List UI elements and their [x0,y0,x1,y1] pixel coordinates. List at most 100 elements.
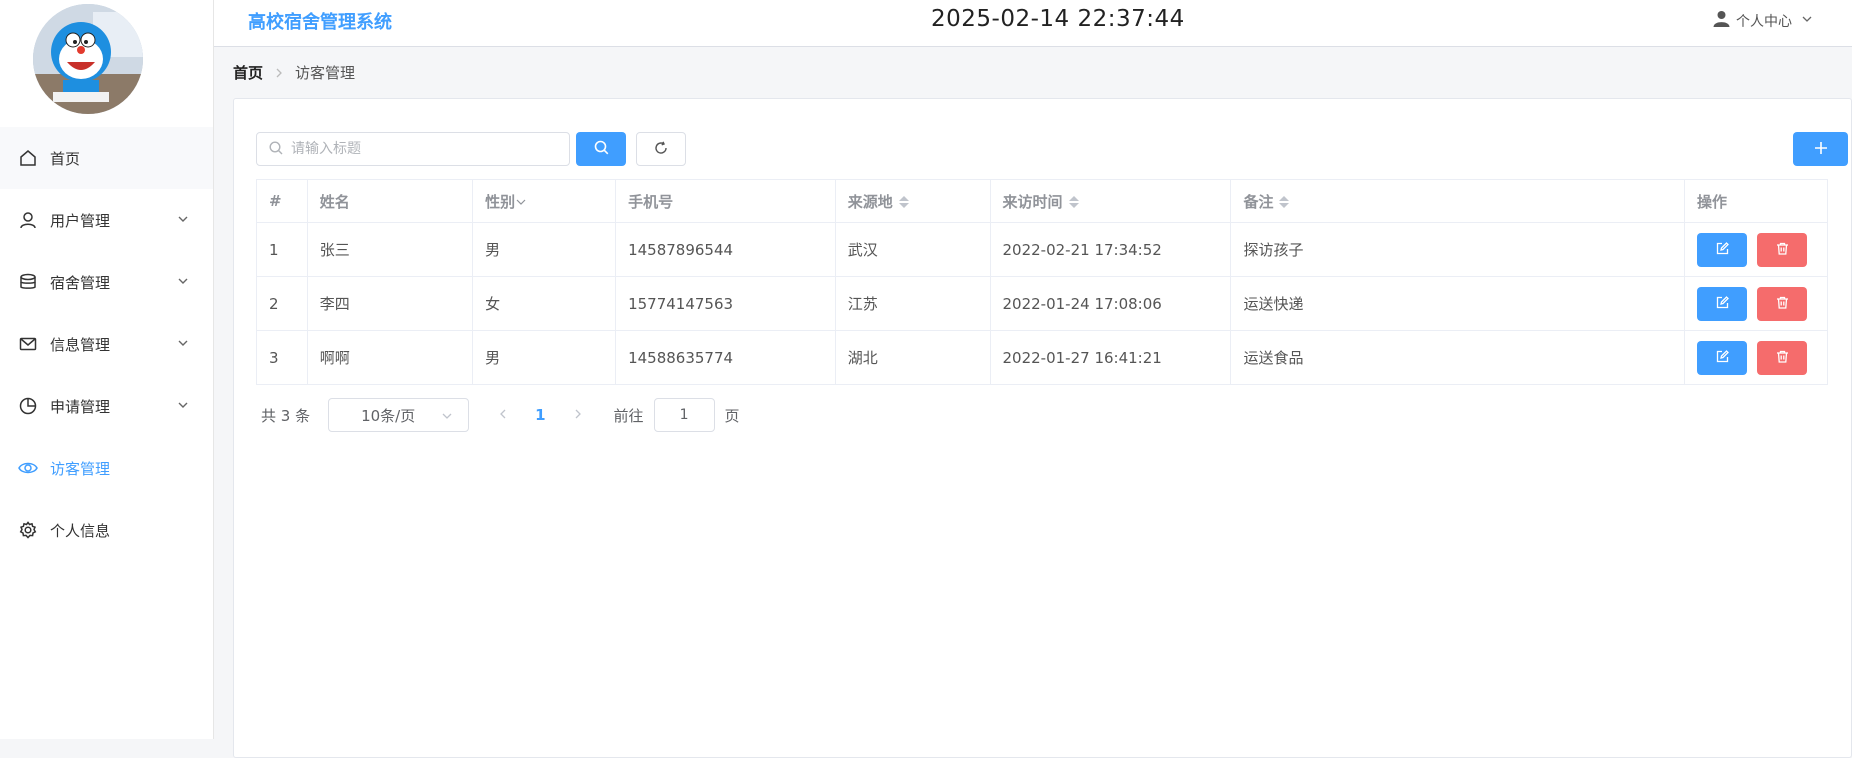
chevron-down-icon [175,211,191,227]
chevron-left-icon [497,406,509,424]
column-header-label: 来访时间 [1002,192,1063,211]
table-header-row: # 姓名 性别 手机号 来源地 来访时间 备注 操作 [256,179,1828,223]
breadcrumb-home[interactable]: 首页 [233,62,263,83]
envelope-icon [18,334,38,354]
pagination: 共 3 条 10条/页 1 前往 页 [261,398,740,432]
column-header-visit-time[interactable]: 来访时间 [989,179,1232,223]
breadcrumb-current: 访客管理 [295,64,356,82]
cell-actions [1684,222,1828,277]
cell-gender: 男 [472,330,617,385]
chevron-down-icon [1800,12,1814,30]
cell-phone: 14587896544 [615,222,836,277]
page-number[interactable]: 1 [535,406,545,424]
cell-phone: 14588635774 [615,330,836,385]
cell-origin: 江苏 [834,276,991,331]
add-visitor-button[interactable] [1793,132,1848,166]
column-header-gender[interactable]: 性别 [472,179,617,223]
sidebar-item-label: 用户管理 [50,211,111,230]
edit-icon [1716,349,1729,367]
trash-icon [1776,295,1789,313]
sidebar-item-label: 访客管理 [50,459,111,478]
chevron-right-icon [273,67,285,79]
column-header-label: 备注 [1243,192,1274,211]
sort-icon[interactable] [1068,196,1079,208]
cell-visit-time: 2022-01-24 17:08:06 [989,276,1232,331]
table-row: 1 张三 男 14587896544 武汉 2022-02-21 17:34:5… [256,222,1828,277]
cell-index: 1 [256,222,308,277]
sidebar-menu: 首页 用户管理 宿舍管理 信息管理 申请管理 访客管理 个人信息 [0,127,213,561]
cell-name: 张三 [306,222,474,277]
breadcrumb: 首页 访客管理 [233,62,355,83]
prev-page-button[interactable] [497,406,509,424]
cell-gender: 女 [472,276,617,331]
search-button[interactable] [576,132,626,166]
chevron-down-icon [175,335,191,351]
delete-button[interactable] [1757,340,1808,375]
cell-visit-time: 2022-01-27 16:41:21 [989,330,1232,385]
column-header-label: 性别 [485,192,516,211]
user-avatar-icon [1713,10,1730,31]
filter-dropdown-icon[interactable] [515,193,527,211]
cell-note: 运送食品 [1230,330,1686,385]
search-input[interactable] [289,140,553,158]
datetime-display: 2025-02-14 22:37:44 [931,6,1185,32]
page-size-select[interactable]: 10条/页 [328,398,470,432]
system-title: 高校宿舍管理系统 [248,12,392,33]
home-icon [18,148,38,168]
delete-button[interactable] [1757,232,1808,267]
column-header-origin[interactable]: 来源地 [834,179,991,223]
delete-button[interactable] [1757,286,1808,321]
column-header-note[interactable]: 备注 [1230,179,1686,223]
sort-icon[interactable] [1279,196,1290,208]
sidebar-item-users[interactable]: 用户管理 [0,189,213,251]
sidebar-item-dorms[interactable]: 宿舍管理 [0,251,213,313]
eye-icon [18,458,38,478]
cell-actions [1684,276,1828,331]
sidebar-item-visitors[interactable]: 访客管理 [0,437,213,499]
user-center-label: 个人中心 [1736,13,1792,30]
database-icon [18,272,38,292]
sidebar-item-profile[interactable]: 个人信息 [0,499,213,561]
edit-icon [1716,295,1729,313]
edit-button[interactable] [1697,286,1748,321]
sidebar-item-info[interactable]: 信息管理 [0,313,213,375]
content-card: # 姓名 性别 手机号 来源地 来访时间 备注 操作 1 [233,98,1852,758]
cell-name: 啊啊 [306,330,474,385]
goto-page-input[interactable] [653,398,715,432]
search-icon [269,140,283,159]
sidebar-item-home[interactable]: 首页 [0,127,213,189]
sidebar-item-label: 申请管理 [50,397,111,416]
refresh-icon [654,140,668,159]
sidebar-item-label: 信息管理 [50,335,111,354]
chevron-down-icon [175,273,191,289]
next-page-button[interactable] [572,406,584,424]
user-center-menu[interactable]: 个人中心 [1713,10,1814,31]
column-header-name: 姓名 [306,179,474,223]
search-box [256,132,570,166]
cell-visit-time: 2022-02-21 17:34:52 [989,222,1232,277]
sidebar-item-label: 首页 [50,149,81,168]
column-header-phone: 手机号 [615,179,836,223]
reset-button[interactable] [636,132,686,166]
page-size-value: 10条/页 [361,406,416,425]
sidebar-item-label: 宿舍管理 [50,273,111,292]
edit-button[interactable] [1697,232,1748,267]
cell-index: 3 [256,330,308,385]
trash-icon [1776,241,1789,259]
chevron-right-icon [572,406,584,424]
pie-chart-icon [18,396,38,416]
cell-origin: 武汉 [834,222,991,277]
visitor-table: # 姓名 性别 手机号 来源地 来访时间 备注 操作 1 张三 男 145878… [256,179,1828,385]
sort-icon[interactable] [898,196,909,208]
edit-button[interactable] [1697,340,1748,375]
search-icon [594,140,609,159]
gear-icon [18,520,38,540]
goto-label: 前往 [613,406,644,425]
chevron-down-icon [175,397,191,413]
cell-gender: 男 [472,222,617,277]
table-row: 2 李四 女 15774147563 江苏 2022-01-24 17:08:0… [256,276,1828,331]
cell-name: 李四 [306,276,474,331]
cell-index: 2 [256,276,308,331]
cell-note: 探访孩子 [1230,222,1686,277]
sidebar-item-applications[interactable]: 申请管理 [0,375,213,437]
